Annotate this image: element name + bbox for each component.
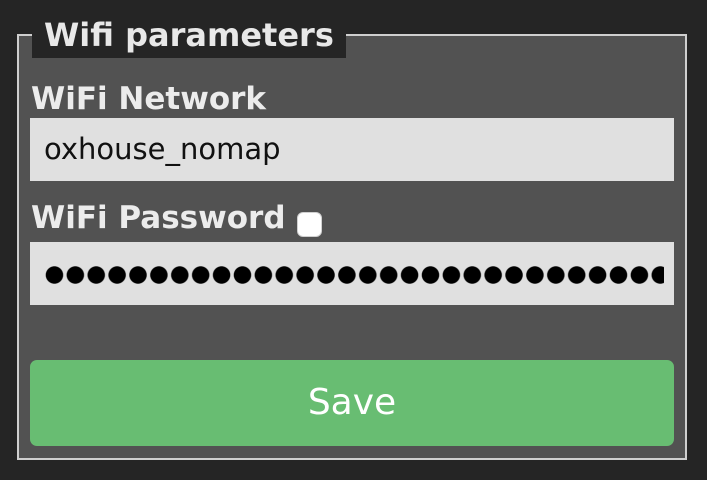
show-password-checkbox[interactable]: [297, 212, 322, 237]
wifi-password-label: WiFi Password: [31, 200, 286, 236]
fieldset-legend: Wifi parameters: [32, 12, 346, 58]
wifi-network-input[interactable]: oxhouse_nomap: [30, 118, 674, 181]
password-mask-dots: [44, 264, 664, 286]
wifi-password-input[interactable]: [30, 242, 674, 305]
save-button[interactable]: Save: [30, 360, 674, 446]
wifi-network-label: WiFi Network: [31, 81, 267, 117]
